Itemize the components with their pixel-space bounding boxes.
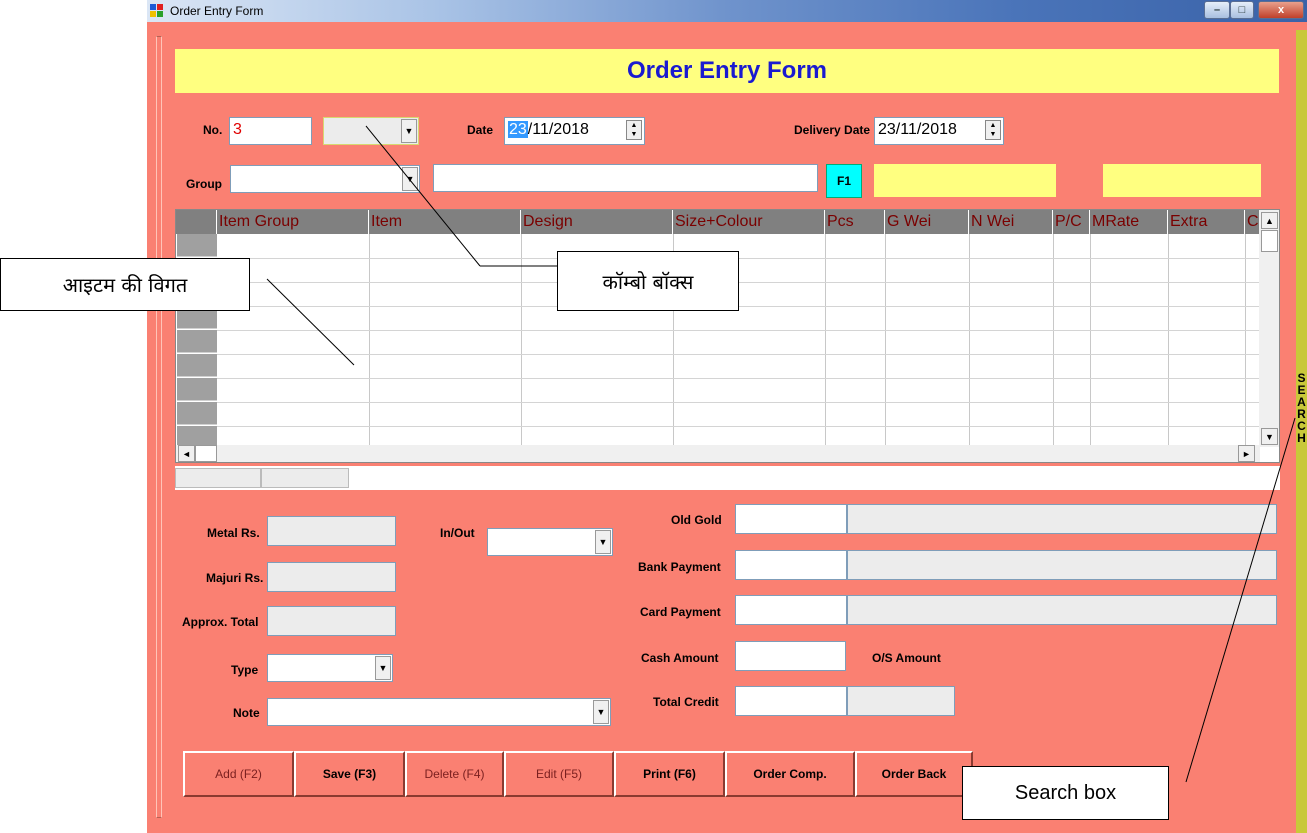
callout-lines <box>266 125 1296 783</box>
search-box-callout: Search box <box>962 766 1169 820</box>
item-details-callout: आइटम की विगत <box>0 258 250 311</box>
combo-box-callout: कॉम्बो बॉक्स <box>557 251 739 311</box>
